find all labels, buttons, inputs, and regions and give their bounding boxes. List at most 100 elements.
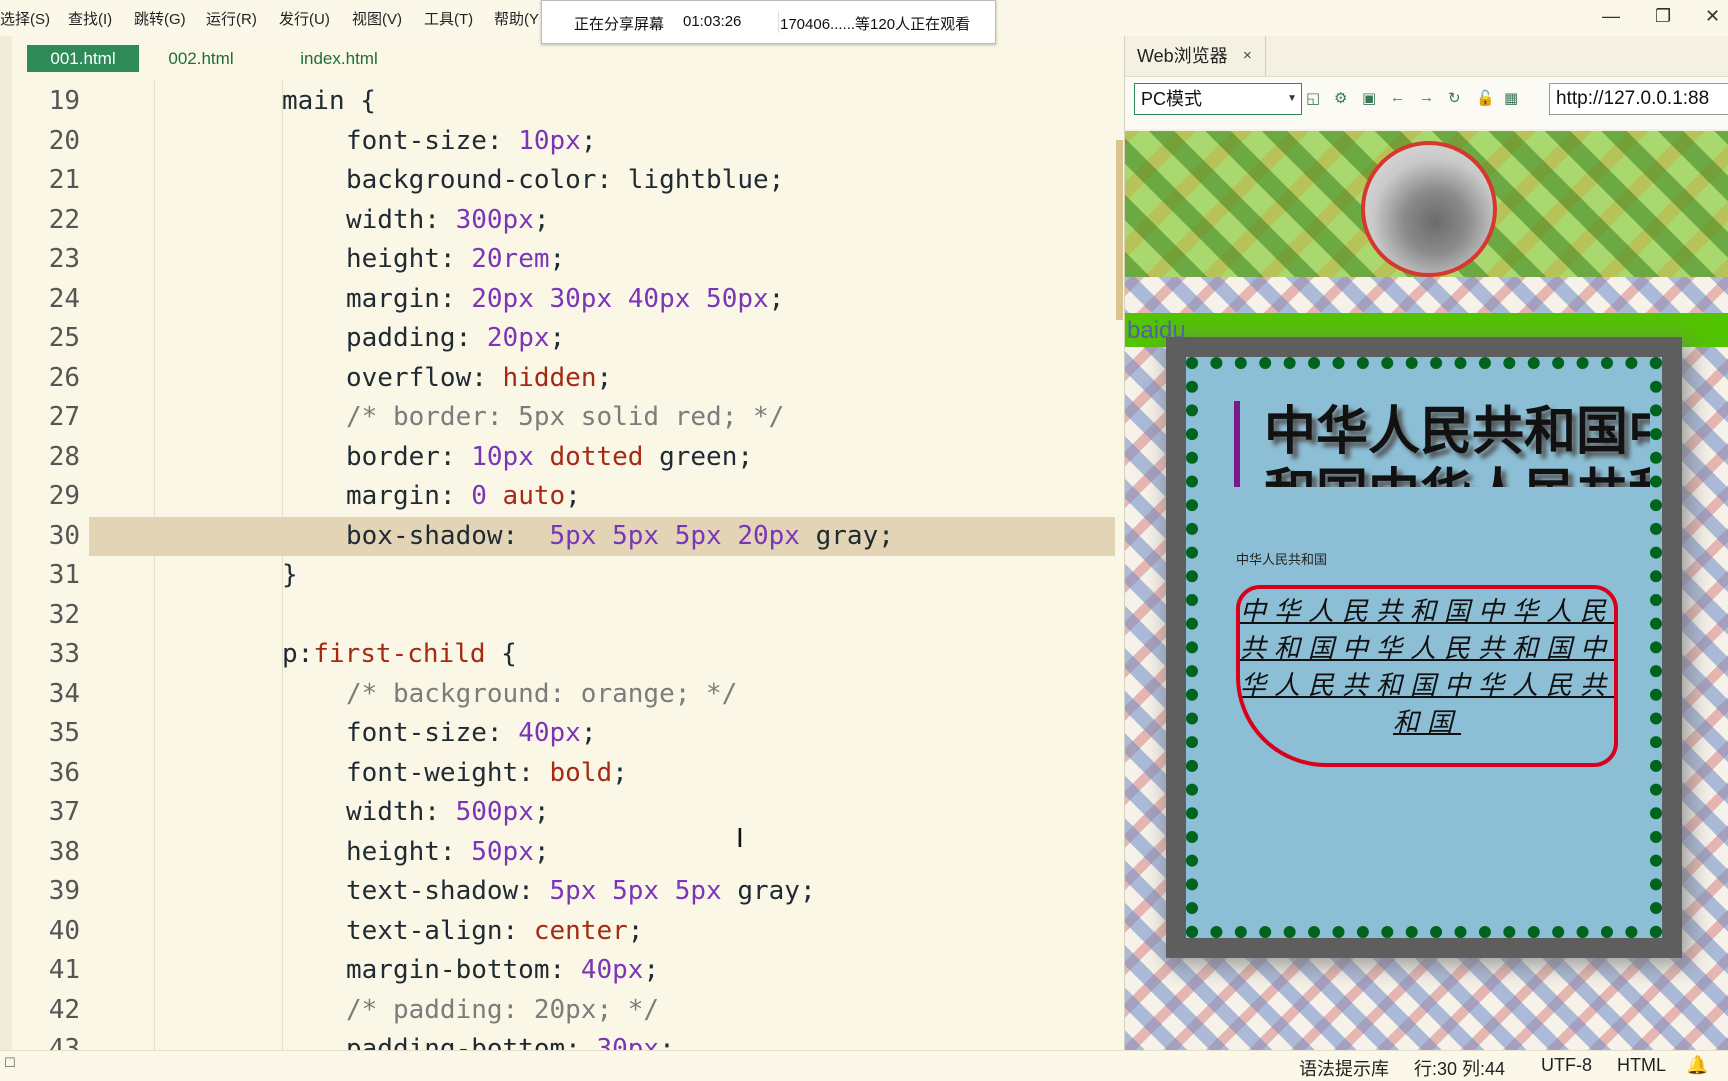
lock-icon[interactable]: 🔓 xyxy=(1476,89,1495,107)
code-token: dotted xyxy=(549,441,644,472)
baidu-link[interactable]: baidu xyxy=(1127,317,1186,345)
line-number: 19 xyxy=(48,86,80,116)
code-line[interactable]: 20 font-size: 10px; xyxy=(12,122,1124,161)
tab-index-html[interactable]: index.html xyxy=(283,45,395,72)
refresh-icon[interactable]: ↻ xyxy=(1448,89,1461,107)
code-token: 20rem xyxy=(471,244,550,274)
forward-icon[interactable]: → xyxy=(1419,89,1434,106)
code-line[interactable]: 27 /* border: 5px solid red; */ xyxy=(12,398,1124,437)
menu-tools[interactable]: 工具(T) xyxy=(424,8,473,29)
share-divider xyxy=(778,11,779,33)
file-encoding[interactable]: UTF-8 xyxy=(1541,1055,1592,1076)
code-line[interactable]: 38 height: 50px; xyxy=(12,833,1124,872)
status-left-icon[interactable]: ☐ xyxy=(4,1055,16,1071)
code-line[interactable]: 34 /* background: orange; */ xyxy=(12,675,1124,714)
code-token: 20px 30px 40px 50px xyxy=(471,283,769,314)
code-token: { xyxy=(485,639,517,669)
url-input[interactable]: http://127.0.0.1:88 xyxy=(1549,83,1728,115)
code-token: background-color: lightblue; xyxy=(346,165,785,195)
code-line[interactable]: 42 /* padding: 20px; */ xyxy=(12,991,1124,1030)
language-mode[interactable]: HTML xyxy=(1617,1055,1666,1076)
menu-find[interactable]: 查找(I) xyxy=(68,8,112,29)
qrcode-icon[interactable]: ▦ xyxy=(1504,89,1518,107)
tab-web-browser[interactable]: Web浏览器 xyxy=(1137,41,1228,71)
menu-publish[interactable]: 发行(U) xyxy=(279,8,330,29)
code-line[interactable]: 19 main { xyxy=(12,82,1124,121)
code-line[interactable]: 29 margin: 0 auto; xyxy=(12,477,1124,516)
cursor-position[interactable]: 行:30 列:44 xyxy=(1414,1055,1505,1081)
code-line[interactable]: 26 overflow: hidden; xyxy=(12,359,1124,398)
code-line[interactable]: 35 font-size: 40px; xyxy=(12,714,1124,753)
line-number: 31 xyxy=(48,560,80,590)
code-text: padding-bottom: 30px; xyxy=(346,1030,675,1050)
code-editor[interactable]: 19 main {20 font-size: 10px; 21 background-c… xyxy=(12,80,1124,1050)
code-line[interactable]: 30 box-shadow: 5px 5px 5px 20px gray; xyxy=(12,516,1124,556)
line-number: 36 xyxy=(48,757,80,788)
code-line[interactable]: 22 width: 300px; xyxy=(12,201,1124,240)
back-icon[interactable]: ← xyxy=(1390,89,1405,106)
maximize-icon[interactable]: ❐ xyxy=(1655,6,1671,27)
menu-view[interactable]: 视图(V) xyxy=(352,8,402,29)
code-line[interactable]: 33 p:first-child { xyxy=(12,635,1124,674)
close-window-icon[interactable]: ✕ xyxy=(1705,6,1720,27)
code-token: ; xyxy=(533,797,550,827)
code-token: text-align: xyxy=(346,915,534,946)
code-line[interactable]: 37 width: 500px; xyxy=(12,793,1124,832)
code-token: 40px xyxy=(518,718,581,748)
notification-bell-icon[interactable]: 🔔 xyxy=(1686,1055,1708,1076)
editor-scrollbar[interactable] xyxy=(1116,140,1123,320)
code-line[interactable]: 39 text-shadow: 5px 5px 5px gray; xyxy=(12,872,1124,911)
code-text: margin-bottom: 40px; xyxy=(346,951,659,990)
code-line[interactable]: 31} xyxy=(12,556,1124,595)
code-text: text-shadow: 5px 5px 5px gray; xyxy=(346,872,816,911)
code-line[interactable]: 43 padding-bottom: 30px; xyxy=(12,1030,1124,1050)
title-line-2: 和国中华人民共和 xyxy=(1264,463,1650,487)
code-line[interactable]: 24 margin: 20px 30px 40px 50px; xyxy=(12,280,1124,319)
line-number: 24 xyxy=(48,283,80,314)
open-external-icon[interactable]: ◱ xyxy=(1306,89,1320,107)
code-text: box-shadow: 5px 5px 5px 20px gray; xyxy=(346,517,894,556)
code-line[interactable]: 28 border: 10px dotted green; xyxy=(12,438,1124,477)
code-token: 300px xyxy=(455,204,534,235)
line-number: 40 xyxy=(48,915,80,946)
page-header-background xyxy=(1125,131,1728,277)
code-token: 5px 5px 5px 20px xyxy=(549,520,800,551)
code-token: font-size: xyxy=(346,125,519,156)
menu-run[interactable]: 运行(R) xyxy=(206,8,257,29)
menu-goto[interactable]: 跳转(G) xyxy=(134,8,186,29)
line-number: 29 xyxy=(48,481,80,511)
tab-001-html[interactable]: 001.html xyxy=(27,45,139,72)
code-line[interactable]: 21 background-color: lightblue; xyxy=(12,161,1124,200)
code-text: /* border: 5px solid red; */ xyxy=(346,398,784,437)
menu-select[interactable]: 选择(S) xyxy=(0,8,50,29)
code-token: height: xyxy=(346,244,472,274)
code-token: margin: xyxy=(346,481,472,511)
settings-icon[interactable]: ⚙ xyxy=(1334,89,1347,107)
share-status: 正在分享屏幕 xyxy=(574,16,665,33)
code-token: 10px xyxy=(471,441,550,472)
code-line[interactable]: 32 xyxy=(12,596,1124,635)
code-line[interactable]: 40 text-align: center; xyxy=(12,912,1124,951)
code-token: width: xyxy=(346,204,456,235)
menu-help[interactable]: 帮助(Y xyxy=(494,8,539,29)
line-number: 21 xyxy=(48,165,80,195)
console-icon[interactable]: ▣ xyxy=(1362,89,1376,107)
code-line[interactable]: 25 padding: 20px; xyxy=(12,319,1124,358)
code-token: ; xyxy=(533,836,550,867)
red-bordered-paragraph: 中华人民共和国中华人民共和国中华人民共和国中华人民共和国中华人民共和国 xyxy=(1236,585,1618,767)
close-tab-icon[interactable]: × xyxy=(1243,41,1252,71)
device-mode-value: PC模式 xyxy=(1141,89,1203,109)
code-line[interactable]: 36 font-weight: bold; xyxy=(12,754,1124,793)
syntax-hint-library[interactable]: 语法提示库 xyxy=(1299,1055,1389,1081)
code-token: center xyxy=(533,915,628,946)
code-line[interactable]: 41 margin-bottom: 40px; xyxy=(12,951,1124,990)
code-token: 40px xyxy=(580,955,644,985)
code-token: ; xyxy=(533,204,550,235)
device-mode-select[interactable]: PC模式 ▼ xyxy=(1134,83,1302,115)
minimize-icon[interactable]: — xyxy=(1602,6,1620,27)
code-text: font-size: 10px; xyxy=(346,122,596,161)
code-line[interactable]: 23 height: 20rem; xyxy=(12,240,1124,279)
tab-002-html[interactable]: 002.html xyxy=(150,45,252,72)
line-number: 43 xyxy=(48,1034,80,1050)
share-viewers[interactable]: 170406......等120人正在观看 xyxy=(780,13,970,34)
